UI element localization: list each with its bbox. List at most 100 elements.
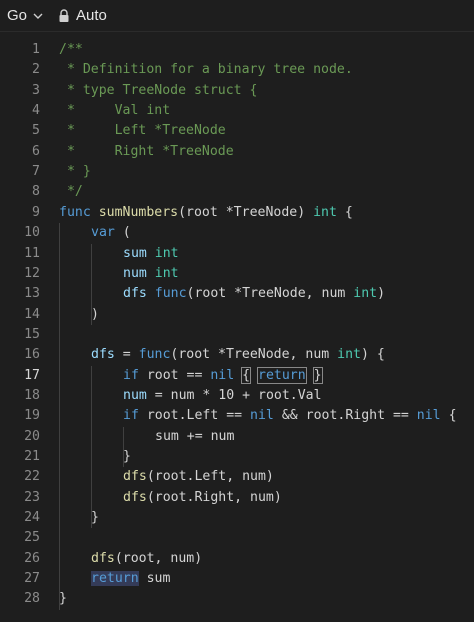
code-token: * Val int xyxy=(59,103,171,119)
code-line[interactable]: 6 * Right *TreeNode xyxy=(0,142,474,162)
code-line[interactable]: 20 sum += num xyxy=(0,427,474,447)
code-text: } xyxy=(59,589,67,609)
code-token: func xyxy=(59,204,99,220)
code-token: = num * xyxy=(146,387,219,403)
code-token: sumNumbers xyxy=(98,204,179,220)
line-number: 26 xyxy=(24,550,40,566)
code-line[interactable]: 19 if root.Left == nil && root.Right == n… xyxy=(0,406,474,426)
code-token: sum xyxy=(123,245,147,261)
line-number: 14 xyxy=(24,306,40,322)
code-token: if xyxy=(123,408,139,424)
code-text: ) xyxy=(91,305,99,325)
code-line[interactable]: 5 * Left *TreeNode xyxy=(0,121,474,141)
code-token: nil xyxy=(250,408,274,424)
code-token: nil xyxy=(210,367,235,383)
line-number: 11 xyxy=(24,245,40,261)
code-token: ) { xyxy=(360,347,385,363)
lock-icon xyxy=(59,8,69,22)
code-line[interactable]: 18 num = num * 10 + root.Val xyxy=(0,386,474,406)
line-number: 1 xyxy=(32,42,40,57)
line-number: 15 xyxy=(24,326,40,342)
code-token: = xyxy=(114,347,139,363)
code-line[interactable]: 7 * } xyxy=(0,162,474,182)
chevron-down-icon xyxy=(33,13,43,19)
code-token: (root *TreeNode, num xyxy=(170,347,338,363)
line-number: 4 xyxy=(32,103,40,119)
code-line[interactable]: 23 dfs(root.Right, num) xyxy=(0,488,474,508)
code-line[interactable]: 24} xyxy=(0,508,474,528)
code-line[interactable]: 1 /** xyxy=(0,40,474,60)
code-token: root == xyxy=(138,367,211,383)
code-token: 10 xyxy=(218,387,235,403)
code-text: */ xyxy=(59,182,83,202)
code-text: * Definition for a binary tree node. xyxy=(59,60,353,80)
code-token: dfs xyxy=(91,347,115,363)
code-token: root.Left == xyxy=(138,408,251,424)
line-number: 13 xyxy=(24,286,40,302)
code-line[interactable]: 14) xyxy=(0,305,474,325)
code-line[interactable]: 11 sum int xyxy=(0,244,474,264)
code-line[interactable]: 10 var ( xyxy=(0,223,474,243)
code-token: /** xyxy=(59,42,83,57)
code-token: nil xyxy=(416,408,441,424)
code-token: (root, num) xyxy=(114,550,203,566)
code-text: } xyxy=(123,447,131,467)
code-line[interactable]: 27 return sum xyxy=(0,569,474,589)
code-line[interactable]: 25 xyxy=(0,528,474,548)
code-line[interactable]: 13 dfs func(root *TreeNode, num int) xyxy=(0,284,474,304)
code-line[interactable]: 4 * Val int xyxy=(0,101,474,121)
code-line[interactable]: 15 xyxy=(0,325,474,345)
line-number: 19 xyxy=(24,408,40,424)
language-selector[interactable]: Go xyxy=(0,0,44,32)
code-text: dfs(root.Right, num) xyxy=(123,488,282,508)
code-editor[interactable]: 1 /** 2 * Definition for a binary tree nod… xyxy=(0,32,474,622)
line-number: 6 xyxy=(32,143,40,159)
line-number: 18 xyxy=(24,387,40,403)
code-line[interactable]: 21} xyxy=(0,447,474,467)
code-token: } xyxy=(312,366,323,384)
code-text: * } xyxy=(59,162,91,182)
line-number: 25 xyxy=(24,530,40,546)
line-number: 2 xyxy=(32,62,40,78)
language-label: Go xyxy=(7,7,28,24)
code-text: * Left *TreeNode xyxy=(59,121,226,141)
code-text: * Val int xyxy=(59,101,170,121)
code-line[interactable]: 16 dfs = func(root *TreeNode, num int) { xyxy=(0,345,474,365)
code-text: dfs(root, num) xyxy=(91,549,202,569)
line-number: 23 xyxy=(24,489,40,505)
code-line[interactable]: 26 dfs(root, num) xyxy=(0,549,474,569)
code-token: ( xyxy=(114,225,131,241)
code-line[interactable]: 2 * Definition for a binary tree node. xyxy=(0,60,474,80)
code-line[interactable]: 28} xyxy=(0,589,474,609)
line-number: 8 xyxy=(32,184,40,200)
code-token: sum xyxy=(155,428,179,444)
line-number: 5 xyxy=(32,123,40,139)
code-line[interactable]: 17 if root == nil { return } xyxy=(0,366,474,386)
line-number: 21 xyxy=(24,449,40,464)
code-token: dfs xyxy=(123,469,147,485)
code-token: num xyxy=(123,265,147,281)
code-line[interactable]: 22 dfs(root.Left, num) xyxy=(0,467,474,487)
code-text: } xyxy=(91,508,99,528)
code-text: if root.Left == nil && root.Right == nil… xyxy=(123,406,457,426)
code-token: { xyxy=(440,408,457,424)
code-text: num = num * 10 + root.Val xyxy=(123,386,322,406)
code-line[interactable]: 12 num int xyxy=(0,264,474,284)
code-token: * Left *TreeNode xyxy=(59,123,226,139)
code-token: int xyxy=(337,347,361,363)
code-text: dfs = func(root *TreeNode, num int) { xyxy=(91,345,385,365)
code-token: func xyxy=(154,286,187,302)
code-line[interactable]: 9 func sumNumbers(root *TreeNode) int { xyxy=(0,203,474,223)
code-token: + root.Val xyxy=(234,387,322,403)
code-line[interactable]: 3 * type TreeNode struct { xyxy=(0,81,474,101)
code-text: num int xyxy=(123,264,179,284)
code-token: return xyxy=(91,571,139,587)
code-text: if root == nil { return } xyxy=(123,366,323,386)
code-token: (root *TreeNode, num xyxy=(186,286,354,302)
mode-selector[interactable]: Auto xyxy=(58,7,107,24)
code-line[interactable]: 8 */ xyxy=(0,182,474,202)
code-token: += num xyxy=(178,428,235,444)
